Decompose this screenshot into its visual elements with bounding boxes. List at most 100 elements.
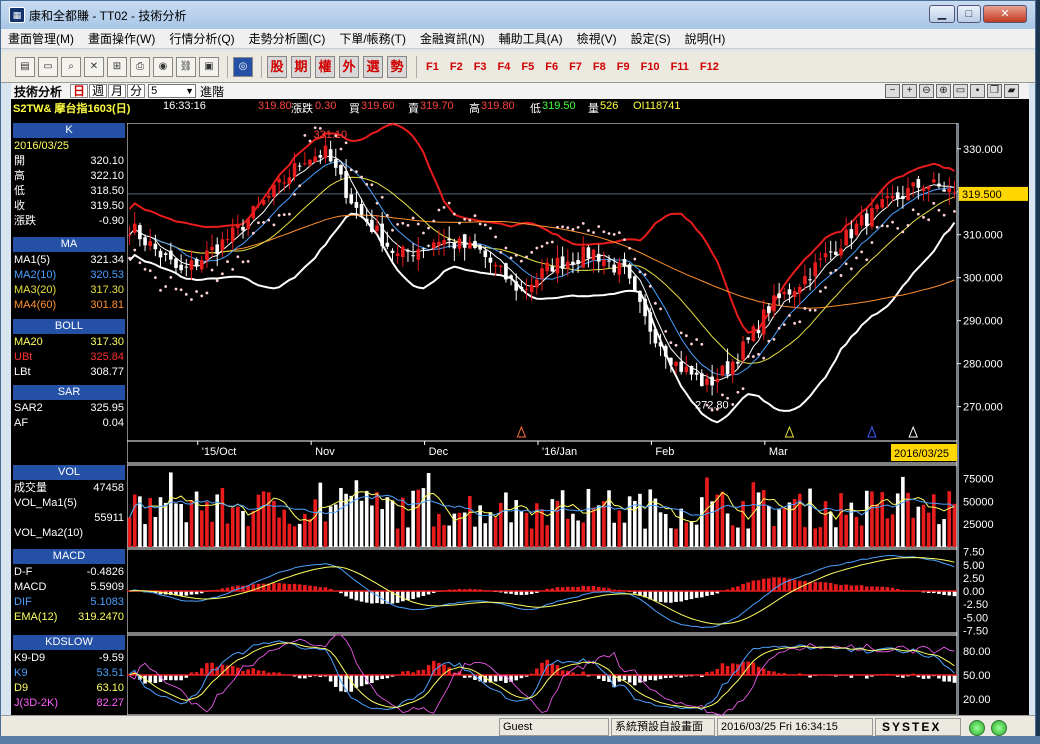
maximize-button[interactable]: □ xyxy=(957,5,981,23)
fkey-f7[interactable]: F7 xyxy=(569,61,582,73)
period-分[interactable]: 分 xyxy=(127,84,146,98)
market-button-3[interactable]: 外 xyxy=(339,55,359,78)
fkey-f3[interactable]: F3 xyxy=(474,61,487,73)
menu-item-6[interactable]: 輔助工具(A) xyxy=(492,30,570,47)
menu-item-2[interactable]: 行情分析(Q) xyxy=(162,30,241,47)
volume-bar xyxy=(777,509,781,547)
chat-icon[interactable]: ▭ xyxy=(953,84,968,98)
menu-item-3[interactable]: 走勢分析圖(C) xyxy=(242,30,333,47)
plus-icon[interactable]: + xyxy=(902,84,917,98)
status-datetime: 2016/03/25 Fri 16:34:15 xyxy=(717,718,873,736)
period-週[interactable]: 週 xyxy=(89,84,108,98)
grid-icon[interactable]: ⊞ xyxy=(107,56,127,77)
monitor-icon[interactable]: ▭ xyxy=(38,56,58,77)
fkey-f5[interactable]: F5 xyxy=(521,61,534,73)
panel-vol-row: VOL_Ma1(5) xyxy=(14,496,124,511)
macd-histogram-bar xyxy=(349,591,354,599)
print-icon[interactable]: ⎙ xyxy=(130,56,150,77)
period-月[interactable]: 月 xyxy=(108,84,127,98)
systex-logo-icon[interactable]: ◎ xyxy=(233,56,253,77)
link-icon[interactable]: ⛓ xyxy=(176,56,196,77)
volume-bar xyxy=(437,513,441,547)
period-日[interactable]: 日 xyxy=(70,84,89,98)
panel-macd-row: D-F -0.4826 xyxy=(14,565,124,580)
advanced-button[interactable]: 進階 xyxy=(200,83,224,100)
sar-dot xyxy=(535,246,539,250)
zoom-in-icon[interactable]: ⊕ xyxy=(936,84,951,98)
minus-icon[interactable]: − xyxy=(885,84,900,98)
sar-dot xyxy=(886,224,889,228)
title-bar[interactable]: ▦ 康和全都賺 - TT02 - 技術分析 ▁ □ ✕ xyxy=(1,1,1035,29)
fkey-f8[interactable]: F8 xyxy=(593,61,606,73)
market-button-0[interactable]: 股 xyxy=(267,55,287,78)
picture-icon[interactable]: ▣ xyxy=(199,56,219,77)
volume-bar xyxy=(643,528,647,547)
market-button-4[interactable]: 選 xyxy=(363,55,383,78)
volume-bar xyxy=(318,482,323,547)
panel-boll-row: LBt 308.77 xyxy=(14,365,124,380)
candle-body xyxy=(880,199,885,208)
candle-body xyxy=(266,195,271,198)
sar-dot xyxy=(865,258,869,262)
kd-histogram-bar xyxy=(163,675,168,681)
fkey-f10[interactable]: F10 xyxy=(641,61,660,73)
sar-dot xyxy=(612,232,616,236)
macd-histogram-bar xyxy=(277,582,281,592)
menu-item-0[interactable]: 畫面管理(M) xyxy=(1,30,81,47)
menu-item-1[interactable]: 畫面操作(W) xyxy=(81,30,162,47)
macd-histogram-bar xyxy=(694,591,699,598)
candle-body xyxy=(282,182,287,184)
volume-bar xyxy=(669,528,673,547)
coin-icon[interactable]: ◉ xyxy=(153,56,173,77)
fkey-f12[interactable]: F12 xyxy=(700,61,719,73)
save-icon[interactable]: ▪ xyxy=(970,84,985,98)
close-window-icon[interactable]: ✕ xyxy=(84,56,104,77)
volume-bar xyxy=(205,501,209,547)
fkey-f9[interactable]: F9 xyxy=(617,61,630,73)
macd-histogram-bar xyxy=(818,582,823,592)
panel-vol-row: 55911 xyxy=(14,511,124,526)
indicator-value: -0.4826 xyxy=(86,566,124,578)
panel-macd-row: EMA(12) 319.2470 xyxy=(14,610,124,625)
menu-item-9[interactable]: 說明(H) xyxy=(678,30,733,47)
search-icon[interactable]: ⌕ xyxy=(61,56,81,77)
volume-bar xyxy=(571,513,575,547)
market-button-5[interactable]: 勢 xyxy=(387,55,407,78)
volume-bar xyxy=(401,497,405,547)
ask-label: 賣 xyxy=(408,103,419,115)
layout-icon[interactable]: ▤ xyxy=(15,56,35,77)
fkey-f6[interactable]: F6 xyxy=(545,61,558,73)
macd-histogram-bar xyxy=(828,583,833,592)
market-button-2[interactable]: 權 xyxy=(315,55,335,78)
indicator-label: AF xyxy=(14,417,29,429)
minimize-button[interactable]: ▁ xyxy=(929,5,955,23)
close-button[interactable]: ✕ xyxy=(983,5,1027,23)
macd-histogram-bar xyxy=(653,591,658,602)
sar-dot xyxy=(128,256,131,260)
sar-dot xyxy=(380,195,384,199)
fkey-f1[interactable]: F1 xyxy=(426,61,439,73)
volume-bar xyxy=(581,522,586,547)
candle-body xyxy=(509,275,513,279)
volume-bar xyxy=(772,526,776,547)
menu-item-5[interactable]: 金融資訊(N) xyxy=(413,30,492,47)
fkey-f4[interactable]: F4 xyxy=(498,61,511,73)
volume-bar xyxy=(282,509,287,547)
folder-icon[interactable]: ▰ xyxy=(1004,84,1019,98)
fkey-f2[interactable]: F2 xyxy=(450,61,463,73)
menu-item-4[interactable]: 下單/帳務(T) xyxy=(332,30,413,47)
sar-dot xyxy=(690,342,693,346)
market-button-1[interactable]: 期 xyxy=(291,55,311,78)
chart-area[interactable]: 330.000320.000310.000300.000290.000280.0… xyxy=(127,123,1029,715)
candle-body xyxy=(493,264,498,267)
candle-body xyxy=(761,309,766,335)
menu-item-8[interactable]: 設定(S) xyxy=(624,30,678,47)
fkey-f11[interactable]: F11 xyxy=(671,61,689,73)
volume-bar xyxy=(617,510,622,547)
menu-item-7[interactable]: 檢視(V) xyxy=(570,30,624,47)
kd-histogram-bar xyxy=(437,662,441,676)
volume-bar xyxy=(689,521,694,547)
zoom-out-icon[interactable]: ⊖ xyxy=(919,84,934,98)
window-icon[interactable]: ❐ xyxy=(987,84,1002,98)
volume-bar xyxy=(406,527,410,547)
